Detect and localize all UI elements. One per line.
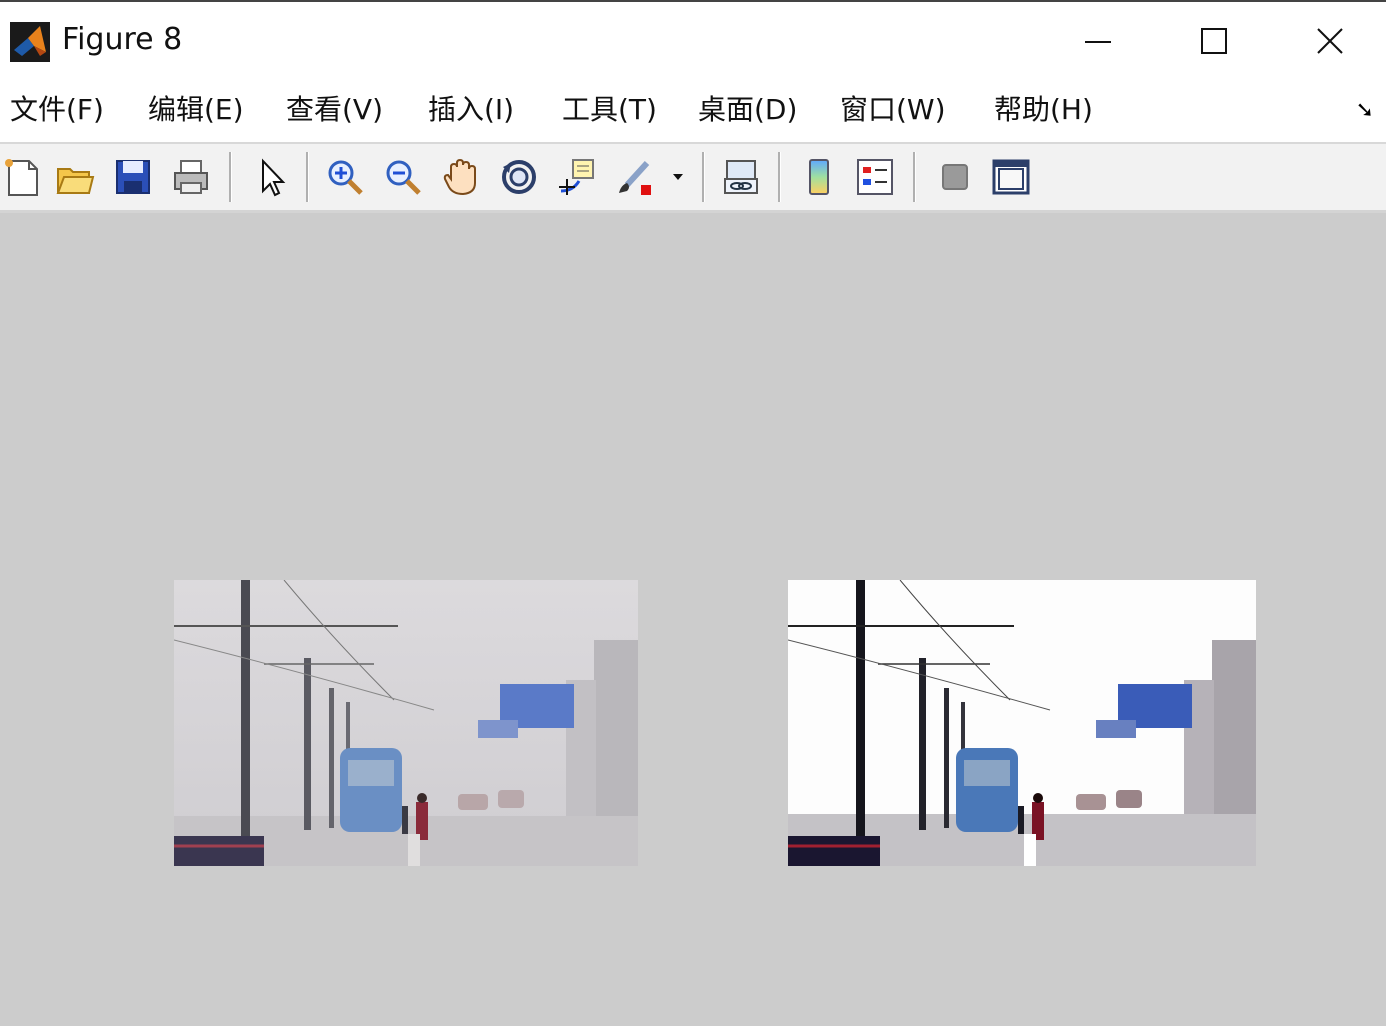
menu-bar: 文件(F) 编辑(E) 查看(V) 插入(I) 工具(T) 桌面(D) 窗口(W… [0, 78, 1386, 144]
image-axes-dehazed[interactable] [788, 580, 1256, 866]
minimize-button[interactable] [1058, 14, 1138, 68]
data-cursor-button[interactable] [554, 154, 600, 200]
menu-desktop[interactable]: 桌面(D) [698, 90, 797, 130]
brush-dropdown-button[interactable] [668, 154, 688, 200]
brush-button[interactable] [612, 154, 658, 200]
menu-tools[interactable]: 工具(T) [562, 90, 657, 130]
colorbar-icon [809, 159, 829, 195]
hide-plot-tools-button[interactable] [932, 154, 978, 200]
menu-window[interactable]: 窗口(W) [840, 90, 946, 130]
window-title: Figure 8 [62, 22, 183, 57]
close-button[interactable] [1290, 14, 1370, 68]
zoom-out-icon [386, 160, 421, 195]
menu-file[interactable]: 文件(F) [10, 90, 104, 130]
menu-edit[interactable]: 编辑(E) [148, 90, 244, 130]
hide-plot-tools-icon [942, 164, 968, 190]
print-icon [174, 160, 208, 194]
zoom-in-button[interactable] [322, 154, 368, 200]
toolbar-separator [913, 152, 916, 202]
toolbar-separator [306, 152, 309, 202]
insert-legend-button[interactable] [852, 154, 898, 200]
hazy-street-image [174, 580, 638, 866]
close-icon [1317, 28, 1343, 54]
edit-plot-button[interactable] [248, 154, 294, 200]
data-cursor-icon [559, 159, 594, 195]
link-plot-button[interactable] [718, 154, 764, 200]
new-figure-button[interactable] [0, 154, 46, 200]
legend-icon [857, 159, 893, 195]
new-figure-icon [5, 159, 38, 196]
pan-hand-icon [443, 158, 476, 196]
pan-button[interactable] [438, 154, 484, 200]
matlab-logo-icon [10, 22, 50, 62]
open-icon [56, 168, 95, 194]
image-axes-hazy[interactable] [174, 580, 638, 866]
brush-icon [619, 160, 651, 195]
save-button[interactable] [110, 154, 156, 200]
toolbar-separator [778, 152, 781, 202]
zoom-out-button[interactable] [380, 154, 426, 200]
menu-help[interactable]: 帮助(H) [994, 90, 1093, 130]
show-plot-tools-icon [992, 159, 1030, 195]
zoom-in-icon [328, 160, 363, 195]
rotate-3d-button[interactable] [496, 154, 542, 200]
dehazed-street-image [788, 580, 1256, 866]
show-plot-tools-button[interactable] [988, 154, 1034, 200]
menu-insert[interactable]: 插入(I) [428, 90, 514, 130]
toolbar-separator [702, 152, 705, 202]
title-bar: Figure 8 [0, 0, 1386, 80]
minimize-icon [1085, 41, 1111, 43]
toolbar-separator [229, 152, 232, 202]
print-button[interactable] [168, 154, 214, 200]
maximize-button[interactable] [1174, 14, 1254, 68]
pointer-icon [262, 158, 286, 197]
save-icon [116, 160, 150, 194]
open-button[interactable] [52, 154, 98, 200]
brush-dropdown-icon [673, 174, 683, 180]
menu-view[interactable]: 查看(V) [286, 90, 383, 130]
figure-toolbar [0, 144, 1386, 213]
link-plot-icon [724, 160, 758, 194]
insert-colorbar-button[interactable] [796, 154, 842, 200]
dock-arrow-icon[interactable]: ➘ [1356, 98, 1374, 123]
maximize-icon [1201, 28, 1227, 54]
rotate-3d-icon [502, 160, 536, 194]
